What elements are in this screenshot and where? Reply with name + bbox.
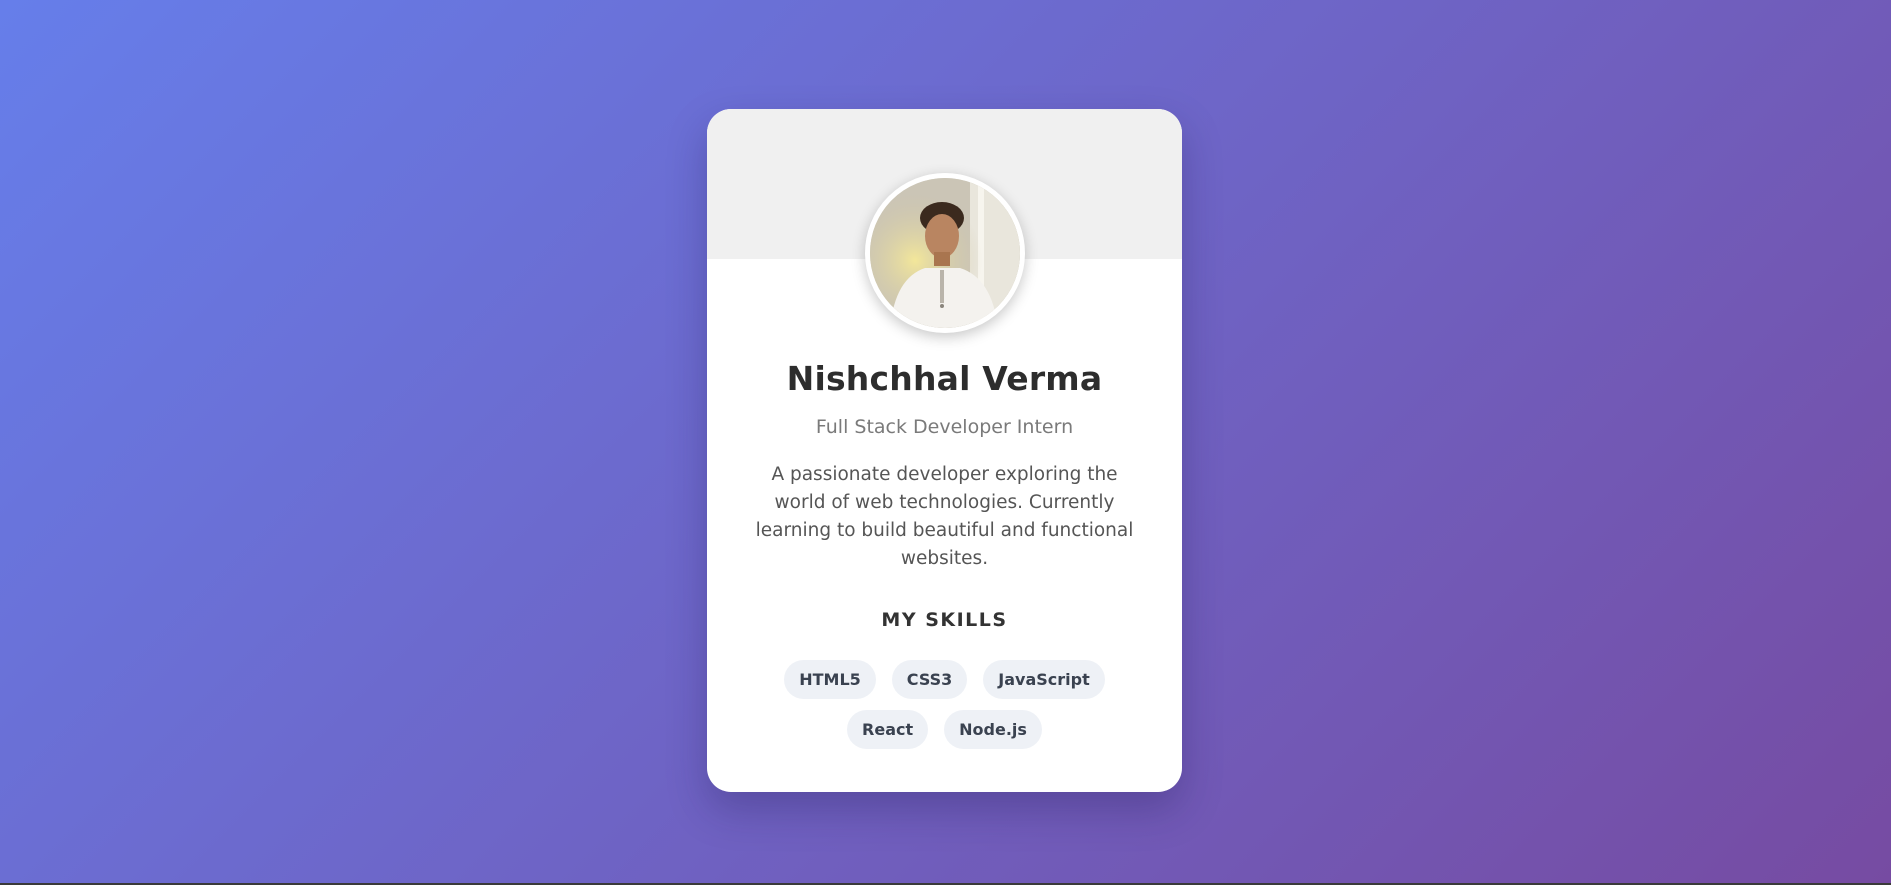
profile-role: Full Stack Developer Intern bbox=[815, 416, 1074, 438]
skill-tag-javascript: JavaScript bbox=[983, 660, 1105, 699]
skills-list: HTML5 CSS3 JavaScript React Node.js bbox=[767, 660, 1122, 749]
skills-heading: MY SKILLS bbox=[881, 609, 1008, 631]
profile-name: Nishchhal Verma bbox=[786, 359, 1103, 398]
skill-tag-css3: CSS3 bbox=[891, 660, 968, 699]
skill-tag-react: React bbox=[847, 710, 929, 749]
profile-bio: A passionate developer exploring the wor… bbox=[755, 464, 1134, 569]
avatar bbox=[865, 173, 1025, 333]
skill-tag-html5: HTML5 bbox=[784, 660, 876, 699]
skill-tag-nodejs: Node.js bbox=[944, 710, 1042, 749]
profile-card: Nishchhal Verma Full Stack Developer Int… bbox=[707, 109, 1182, 792]
